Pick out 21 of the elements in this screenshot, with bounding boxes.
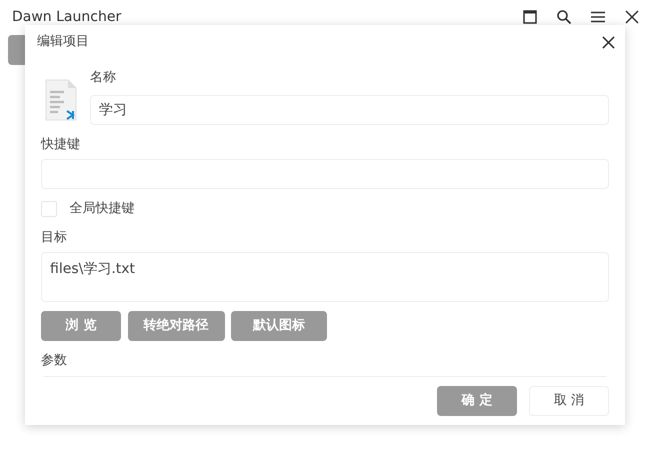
- search-icon[interactable]: [556, 9, 572, 25]
- dialog-title: 编辑项目: [37, 33, 89, 52]
- menu-icon[interactable]: [590, 9, 606, 25]
- name-label: 名称: [90, 69, 116, 87]
- close-icon[interactable]: [624, 9, 640, 25]
- params-label: 参数: [41, 352, 67, 370]
- maximize-icon[interactable]: [522, 9, 538, 25]
- file-icon: [45, 79, 77, 121]
- close-icon[interactable]: [602, 36, 615, 48]
- confirm-button[interactable]: 确 定: [437, 386, 517, 416]
- action-button[interactable]: 默认图标: [231, 310, 327, 340]
- global-hotkey-label: 全局快捷键: [70, 200, 134, 218]
- target-field[interactable]: files\学习.txt: [41, 252, 609, 302]
- name-field[interactable]: 学习: [90, 94, 609, 124]
- hotkey-label: 快捷键: [41, 136, 80, 154]
- cancel-button[interactable]: 取 消: [529, 386, 609, 416]
- action-button[interactable]: 转绝对路径: [128, 310, 224, 340]
- global-hotkey-checkbox[interactable]: [41, 200, 57, 217]
- action-button[interactable]: 浏 览: [41, 310, 121, 340]
- app-title: Dawn Launcher: [12, 8, 122, 26]
- target-label: 目标: [41, 228, 67, 246]
